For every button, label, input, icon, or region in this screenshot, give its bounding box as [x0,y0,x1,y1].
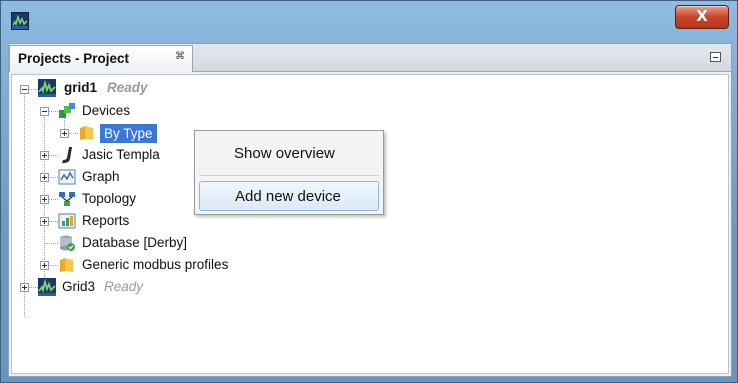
expand-toggle[interactable] [40,195,49,204]
tree-item-label: Graph [82,169,120,184]
status-badge: Ready [104,279,144,294]
tree-item-devices[interactable]: Devices [12,101,312,123]
tab-projects[interactable]: Projects - Project ⌘ [9,45,193,72]
devices-icon [58,102,76,120]
reports-icon [58,212,76,230]
jasic-icon [58,146,76,164]
menu-item-add-new-device[interactable]: Add new device [199,181,379,211]
database-icon [58,234,76,252]
tree-item-label: Database [Derby] [82,235,188,250]
close-icon: X [696,7,708,25]
menu-item-show-overview[interactable]: Show overview [199,139,379,169]
project-tree: grid1 Ready Devices By Type Jasic Templa… [11,74,729,374]
panel-tab-strip: Projects - Project ⌘ [9,44,731,72]
grid-project-icon [38,79,56,97]
tree-item-graph[interactable]: Graph [12,167,212,189]
tree-item-label: Devices [82,103,131,118]
tab-projects-label: Projects - Project [18,51,130,66]
expand-toggle[interactable] [20,283,29,292]
tree-item-label: Grid3 [62,279,96,294]
graph-icon [58,168,76,186]
menu-item-label: Show overview [234,145,335,162]
status-badge: Ready [107,80,148,95]
tree-item-database[interactable]: Database [Derby] [12,233,272,255]
topology-icon [58,190,76,208]
title-bar[interactable]: X [1,1,737,43]
menu-item-label: Add new device [235,188,341,205]
collapse-toggle[interactable] [40,107,49,116]
collapse-toggle[interactable] [20,85,29,94]
application-window: X Projects - Project ⌘ grid1 Ready Devic… [0,0,738,383]
expand-toggle[interactable] [60,129,69,138]
tree-item-reports[interactable]: Reports [12,211,212,233]
close-window-button[interactable]: X [675,5,729,29]
tree-item-label: Jasic Templa [82,147,160,162]
tree-item-label: Generic modbus profiles [82,257,229,272]
menu-separator [199,175,379,176]
context-menu: Show overview Add new device [194,130,384,215]
expand-toggle[interactable] [40,151,49,160]
app-logo-icon [11,12,29,30]
tree-item-generic-modbus[interactable]: Generic modbus profiles [12,255,312,277]
folder-icon [58,256,76,274]
expand-toggle[interactable] [40,261,49,270]
expand-toggle[interactable] [40,217,49,226]
tree-item-topology[interactable]: Topology [12,189,212,211]
expand-toggle[interactable] [40,173,49,182]
tree-item-grid1[interactable]: grid1 Ready [12,79,312,101]
tree-item-grid3[interactable]: Grid3 Ready [12,277,312,299]
tree-item-label: Topology [82,191,137,206]
folder-icon [78,124,96,142]
tab-close-icon[interactable]: ⌘ [175,51,185,62]
tree-item-label: Reports [82,213,130,228]
tree-item-label: By Type [100,124,157,143]
grid-project-icon [38,278,56,296]
minimize-panel-button[interactable] [710,52,721,62]
tree-item-label: grid1 [64,80,98,95]
tree-item-jasic-templates[interactable]: Jasic Templa [12,145,212,167]
